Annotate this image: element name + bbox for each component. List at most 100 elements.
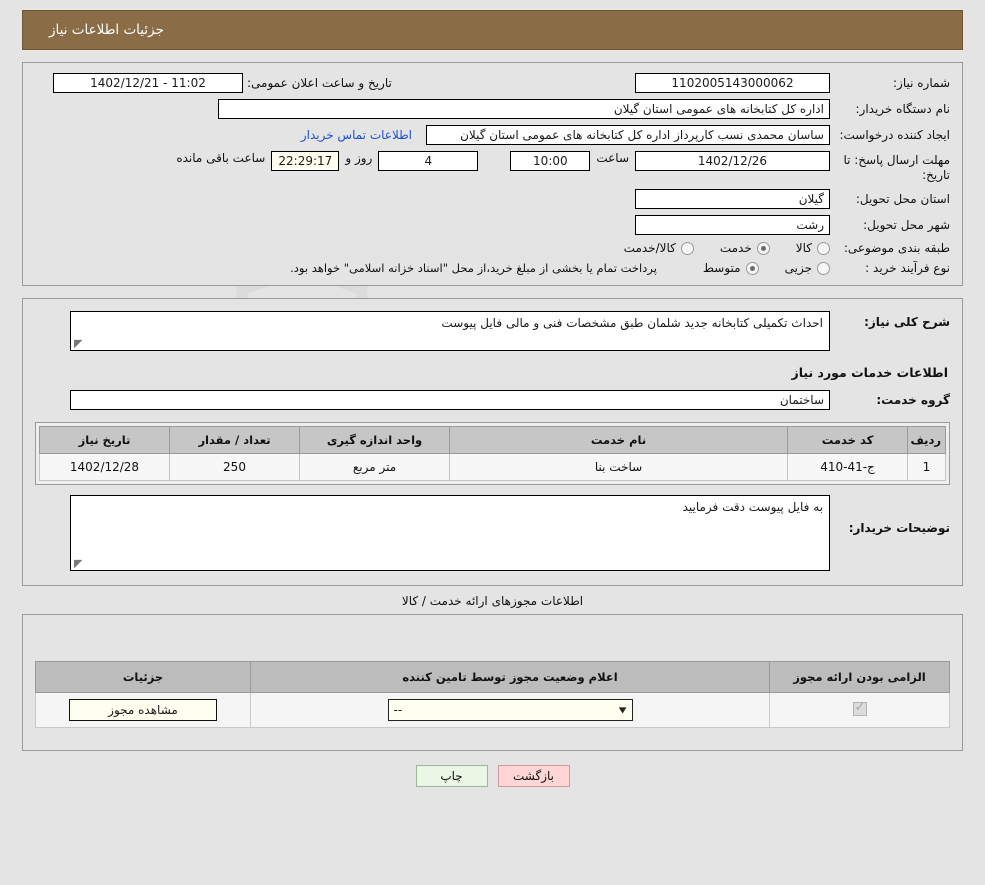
announce-label: تاریخ و ساعت اعلان عمومی: xyxy=(247,76,392,90)
service-group-label: گروه خدمت: xyxy=(876,393,950,407)
view-license-button[interactable]: مشاهده مجوز xyxy=(69,699,217,721)
services-table-frame: ردیف کد خدمت نام خدمت واحد اندازه گیری ت… xyxy=(35,422,950,485)
days-label: روز و xyxy=(345,151,373,165)
process-label: نوع فرآیند خرید : xyxy=(865,261,950,275)
row-requester: ایجاد کننده درخواست: ساسان محمدی نسب کار… xyxy=(35,125,950,145)
row-buyer-notes: توضیحات خریدار: به فایل پیوست دقت فرمایی… xyxy=(35,495,950,571)
city-label: شهر محل تحویل: xyxy=(863,218,950,232)
process-radio-motavaset[interactable] xyxy=(745,261,759,275)
col-quantity: تعداد / مقدار xyxy=(169,426,300,454)
resize-grip-icon[interactable]: ◥ xyxy=(74,337,82,350)
need-number-field[interactable]: 1102005143000062 xyxy=(635,73,830,93)
countdown-field: 22:29:17 xyxy=(271,151,340,171)
service-group-field[interactable]: ساختمان xyxy=(70,390,830,410)
cell-service-code: ج-41-410 xyxy=(787,453,908,481)
description-text: احداث تکمیلی کتابخانه جدید شلمان طبق مشخ… xyxy=(441,316,823,330)
resize-grip-icon-notes[interactable]: ◥ xyxy=(74,557,82,570)
description-label: شرح کلی نیاز: xyxy=(864,315,950,329)
licenses-spacer xyxy=(35,625,950,661)
requester-field[interactable]: ساسان محمدی نسب کارپرداز اداره کل کتابخا… xyxy=(426,125,830,145)
category-option-2[interactable]: کالا/خدمت xyxy=(624,241,694,255)
category-option-1[interactable]: خدمت xyxy=(720,241,770,255)
buyer-org-label: نام دستگاه خریدار: xyxy=(855,102,951,116)
deadline-label: مهلت ارسال پاسخ: تا تاریخ: xyxy=(843,153,950,182)
deadline-date-field[interactable]: 1402/12/26 xyxy=(635,151,830,171)
city-field[interactable]: رشت xyxy=(635,215,830,235)
cell-quantity: 250 xyxy=(169,453,300,481)
province-field[interactable]: گیلان xyxy=(635,189,830,209)
row-need-number: شماره نیاز: 1102005143000062 تاریخ و ساع… xyxy=(35,73,950,93)
description-textarea[interactable]: احداث تکمیلی کتابخانه جدید شلمان طبق مشخ… xyxy=(70,311,830,351)
category-option-0[interactable]: کالا xyxy=(796,241,830,255)
need-info-panel: شماره نیاز: 1102005143000062 تاریخ و ساع… xyxy=(22,62,963,286)
row-process-type: نوع فرآیند خرید : جزیی متوسط پرداخت تمام… xyxy=(35,261,950,275)
remaining-days-field[interactable]: 4 xyxy=(378,151,479,171)
hour-label: ساعت xyxy=(596,151,629,165)
row-buyer-org: نام دستگاه خریدار: اداره کل کتابخانه های… xyxy=(35,99,950,119)
requirement-details-panel: شرح کلی نیاز: احداث تکمیلی کتابخانه جدید… xyxy=(22,298,963,586)
license-status-select[interactable]: ▼ -- xyxy=(387,699,633,721)
process-label-motavaset: متوسط xyxy=(702,261,741,275)
countdown-label: ساعت باقی مانده xyxy=(176,151,266,165)
page-title-bar: جزئیات اطلاعات نیاز xyxy=(22,10,963,50)
col-license-status: اعلام وضعیت مجوز توسط تامین کننده xyxy=(250,661,770,693)
col-need-date: تاریخ نیاز xyxy=(39,426,170,454)
print-button[interactable]: چاپ xyxy=(415,765,488,787)
back-button[interactable]: بازگشت xyxy=(497,765,570,787)
buyer-notes-textarea[interactable]: به فایل پیوست دقت فرمایید ◥ xyxy=(70,495,830,571)
category-radio-kala[interactable] xyxy=(817,241,830,255)
category-label-kala: کالا xyxy=(795,241,812,255)
process-option-0[interactable]: جزیی xyxy=(785,261,830,275)
col-unit: واحد اندازه گیری xyxy=(299,426,450,454)
col-row: ردیف xyxy=(907,426,946,454)
services-table: ردیف کد خدمت نام خدمت واحد اندازه گیری ت… xyxy=(39,426,946,481)
col-license-details: جزئیات xyxy=(35,661,251,693)
buyer-org-field[interactable]: اداره کل کتابخانه های عمومی استان گیلان xyxy=(218,99,830,119)
category-label-kala-khedmat: کالا/خدمت xyxy=(623,241,676,255)
deadline-time-field[interactable]: 10:00 xyxy=(510,151,591,171)
row-province: استان محل تحویل: گیلان xyxy=(35,189,950,209)
license-required-checkbox xyxy=(852,700,867,716)
cell-license-status: ▼ -- xyxy=(250,692,770,728)
licenses-table: الزامی بودن ارائه مجوز اعلام وضعیت مجوز … xyxy=(35,661,950,728)
province-label: استان محل تحویل: xyxy=(855,192,950,206)
category-radio-khedmat[interactable] xyxy=(756,241,770,255)
licenses-section-title: اطلاعات مجوزهای ارائه خدمت / کالا xyxy=(401,594,584,608)
cell-unit: متر مربع xyxy=(299,453,450,481)
services-table-header-row: ردیف کد خدمت نام خدمت واحد اندازه گیری ت… xyxy=(39,426,946,454)
services-section-title: اطلاعات خدمات مورد نیاز xyxy=(791,365,949,380)
process-note: پرداخت تمام یا بخشی از مبلغ خرید،از محل … xyxy=(290,261,657,275)
category-radio-kala-khedmat[interactable] xyxy=(680,241,694,255)
buyer-notes-text: به فایل پیوست دقت فرمایید xyxy=(682,500,823,514)
process-radio-jozi[interactable] xyxy=(817,261,830,275)
cell-need-date: 1402/12/28 xyxy=(39,453,170,481)
buyer-notes-label: توضیحات خریدار: xyxy=(848,521,950,535)
page-root: جزئیات اطلاعات نیاز شماره نیاز: 11020051… xyxy=(0,10,985,787)
licenses-panel: الزامی بودن ارائه مجوز اعلام وضعیت مجوز … xyxy=(22,614,963,751)
cell-row: 1 xyxy=(907,453,946,481)
row-service-group: گروه خدمت: ساختمان xyxy=(35,390,950,410)
license-status-value: -- xyxy=(393,703,403,717)
col-service-code: کد خدمت xyxy=(787,426,908,454)
requester-label: ایجاد کننده درخواست: xyxy=(839,128,950,142)
row-deadline: مهلت ارسال پاسخ: تا تاریخ: 1402/12/26 سا… xyxy=(35,151,950,183)
process-label-jozi: جزیی xyxy=(784,261,812,275)
need-number-label: شماره نیاز: xyxy=(893,76,950,90)
row-city: شهر محل تحویل: رشت xyxy=(35,215,950,235)
category-label: طبقه بندی موضوعی: xyxy=(843,241,950,255)
table-row: ▼ -- مشاهده مجوز xyxy=(35,692,950,728)
announce-datetime-field[interactable]: 11:02 - 1402/12/21 xyxy=(53,73,243,93)
licenses-table-header-row: الزامی بودن ارائه مجوز اعلام وضعیت مجوز … xyxy=(35,661,950,693)
cell-service-name: ساخت بنا xyxy=(449,453,788,481)
footer-actions: بازگشت چاپ xyxy=(10,765,975,787)
row-description: شرح کلی نیاز: احداث تکمیلی کتابخانه جدید… xyxy=(35,311,950,351)
page-title: جزئیات اطلاعات نیاز xyxy=(49,22,164,38)
chevron-down-icon: ▼ xyxy=(618,705,627,715)
col-license-required: الزامی بودن ارائه مجوز xyxy=(769,661,950,693)
buyer-contact-link[interactable]: اطلاعات تماس خریدار xyxy=(301,128,412,142)
col-service-name: نام خدمت xyxy=(449,426,788,454)
table-row: 1 ج-41-410 ساخت بنا متر مربع 250 1402/12… xyxy=(39,453,946,481)
cell-license-details: مشاهده مجوز xyxy=(35,692,251,728)
cell-license-required xyxy=(769,692,950,728)
process-option-1[interactable]: متوسط xyxy=(703,261,759,275)
